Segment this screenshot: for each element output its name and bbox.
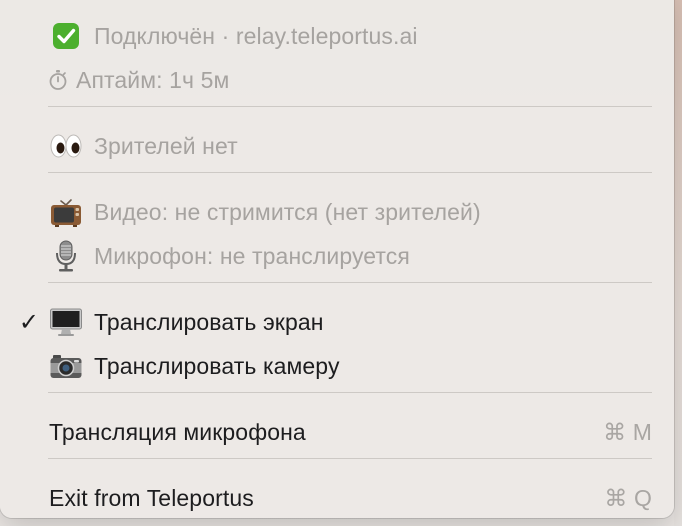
- viewers-label: Зрителей нет: [94, 132, 238, 159]
- desktop-computer-icon: [48, 304, 84, 340]
- menu-item-mic-status: Микрофон: не транслируется: [0, 236, 674, 276]
- exit-label: Exit from Teleportus: [49, 484, 254, 511]
- menu-item-exit[interactable]: Exit from Teleportus ⌘ Q: [0, 478, 674, 518]
- stopwatch-icon: [46, 62, 70, 98]
- menu-item-share-camera[interactable]: Транслировать камеру: [0, 346, 674, 386]
- separator: [48, 392, 652, 393]
- checkmark-icon: ✓: [18, 308, 40, 336]
- connection-status-label: Подключён · relay.teleportus.ai: [94, 22, 418, 49]
- status-menu: Подключён · relay.teleportus.ai Аптайм: …: [0, 0, 674, 518]
- menu-item-share-screen[interactable]: ✓ Транслировать экран: [0, 302, 674, 342]
- eyes-icon: [48, 128, 84, 164]
- check-mark-button-icon: [48, 18, 84, 54]
- separator: [48, 458, 652, 459]
- studio-microphone-icon: [48, 238, 84, 274]
- uptime-label: Аптайм: 1ч 5м: [76, 66, 230, 93]
- separator: [48, 282, 652, 283]
- menu-item-viewers: Зрителей нет: [0, 126, 674, 166]
- camera-icon: [48, 348, 84, 384]
- video-status-label: Видео: не стримится (нет зрителей): [94, 198, 481, 225]
- share-camera-label: Транслировать камеру: [94, 352, 340, 379]
- menu-item-video-status: Видео: не стримится (нет зрителей): [0, 192, 674, 232]
- exit-shortcut: ⌘ Q: [604, 484, 652, 511]
- mic-broadcast-shortcut: ⌘ M: [603, 418, 652, 445]
- menu-item-mic-broadcast[interactable]: Трансляция микрофона ⌘ M: [0, 412, 674, 452]
- separator: [48, 106, 652, 107]
- menu-item-connection-status: Подключён · relay.teleportus.ai: [0, 16, 674, 56]
- separator: [48, 172, 652, 173]
- mic-status-label: Микрофон: не транслируется: [94, 242, 410, 269]
- window-edge: [674, 0, 682, 526]
- mic-broadcast-label: Трансляция микрофона: [49, 418, 306, 445]
- menu-item-uptime: Аптайм: 1ч 5м: [0, 60, 674, 100]
- television-icon: [48, 194, 84, 230]
- share-screen-label: Транслировать экран: [94, 308, 324, 335]
